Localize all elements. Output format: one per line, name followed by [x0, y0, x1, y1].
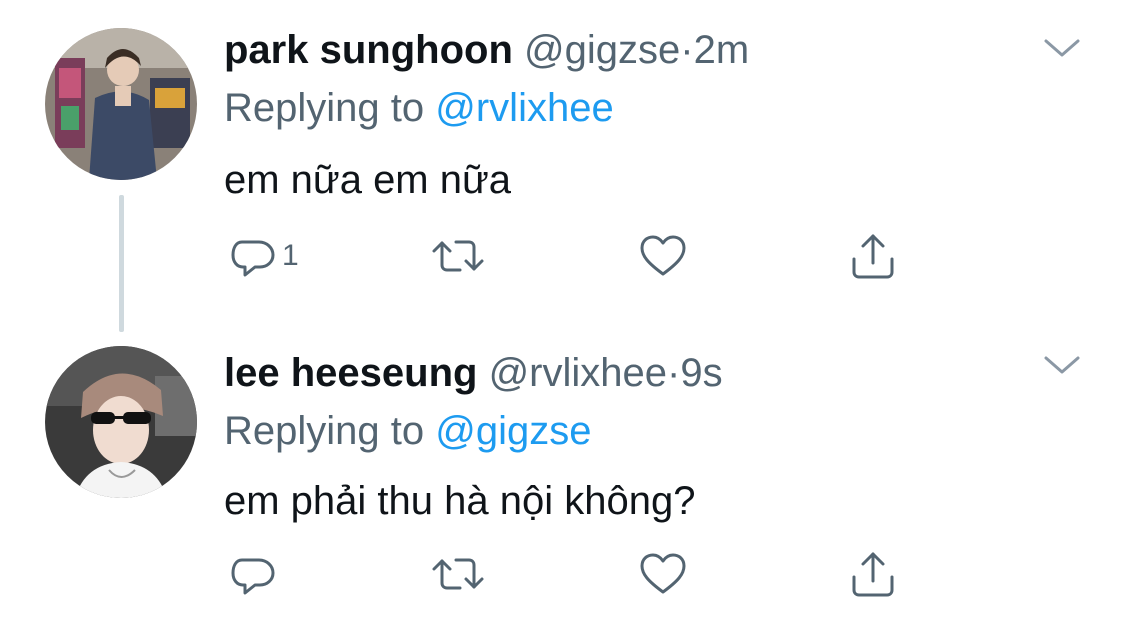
- tweet-text: em nữa em nữa: [224, 158, 512, 202]
- mention-link[interactable]: @rvlixhee: [435, 86, 613, 130]
- retweet-button[interactable]: [430, 228, 486, 284]
- like-button[interactable]: [638, 228, 688, 284]
- username[interactable]: @rvlixhee: [489, 351, 667, 395]
- thread-line: [119, 195, 124, 332]
- chevron-down-icon[interactable]: [1042, 352, 1082, 378]
- timestamp[interactable]: 9s: [680, 351, 722, 395]
- chevron-down-icon[interactable]: [1042, 35, 1082, 61]
- replying-to-label: Replying to: [224, 409, 425, 453]
- replying-to-label: Replying to: [224, 86, 425, 130]
- action-bar: 1: [224, 228, 924, 284]
- share-button[interactable]: [848, 546, 898, 602]
- tweet-header: park sunghoon @gigzse·2m: [224, 26, 749, 74]
- mention-link[interactable]: @gigzse: [435, 409, 591, 453]
- replying-to: Replying to @gigzse: [224, 407, 591, 455]
- reply-button[interactable]: 1: [228, 228, 299, 284]
- share-button[interactable]: [848, 228, 898, 284]
- retweet-button[interactable]: [430, 546, 486, 602]
- heart-icon: [640, 553, 686, 594]
- separator-dot: ·: [667, 351, 681, 395]
- display-name[interactable]: lee heeseung: [224, 351, 477, 395]
- retweet-icon: [432, 558, 484, 590]
- tweet-header: lee heeseung @rvlixhee·9s: [224, 349, 723, 397]
- tweet-text: em phải thu hà nội không?: [224, 479, 696, 523]
- retweet-icon: [432, 240, 484, 272]
- avatar[interactable]: [45, 346, 197, 498]
- reply-button[interactable]: [228, 546, 282, 602]
- heart-icon: [640, 235, 686, 276]
- like-button[interactable]: [638, 546, 688, 602]
- reply-icon: [231, 558, 275, 595]
- reply-count: 1: [282, 239, 299, 272]
- action-bar: [224, 546, 924, 602]
- reply-icon: [231, 240, 275, 277]
- share-icon: [852, 234, 894, 279]
- separator-dot: ·: [680, 28, 694, 72]
- replying-to: Replying to @rvlixhee: [224, 84, 614, 132]
- tweet[interactable]: lee heeseung @rvlixhee·9s Replying to @g…: [0, 330, 1125, 623]
- display-name[interactable]: park sunghoon: [224, 28, 513, 72]
- username[interactable]: @gigzse: [524, 28, 680, 72]
- timestamp[interactable]: 2m: [694, 28, 750, 72]
- avatar[interactable]: [45, 28, 197, 180]
- tweet[interactable]: park sunghoon @gigzse·2m Replying to @rv…: [0, 0, 1125, 332]
- share-icon: [852, 552, 894, 597]
